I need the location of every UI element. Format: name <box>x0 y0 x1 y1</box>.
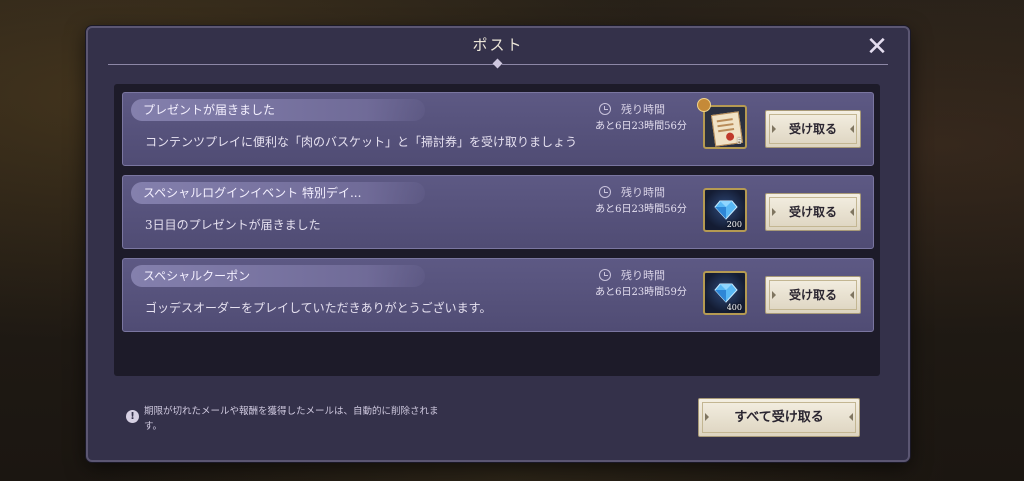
close-button[interactable]: ✕ <box>864 34 890 60</box>
modal-title: ポスト <box>472 36 524 54</box>
button-ornament-left <box>772 291 776 299</box>
reward-slot[interactable]: 400 <box>703 271 747 315</box>
mail-list[interactable]: プレゼントが届きました コンテンツプレイに便利な「肉のバスケット」と「掃討券」を… <box>114 84 880 376</box>
button-ornament-left <box>705 413 709 421</box>
mail-title: スペシャルクーポン <box>131 265 425 287</box>
claim-all-label: すべて受け取る <box>734 410 824 425</box>
divider-ornament <box>492 58 503 69</box>
remaining-time: あと6日23時間59分 <box>595 287 687 298</box>
clock-icon <box>599 103 611 115</box>
info-icon: ! <box>126 410 139 423</box>
button-ornament-right <box>850 208 854 216</box>
reward-count: 5 <box>736 137 742 146</box>
claim-button[interactable]: 受け取る <box>765 276 861 314</box>
clock-icon <box>599 186 611 198</box>
button-ornament-left <box>772 125 776 133</box>
claim-all-button[interactable]: すべて受け取る <box>698 398 860 437</box>
title-divider-left <box>108 64 494 65</box>
title-divider-right <box>502 64 888 65</box>
mail-item-present[interactable]: プレゼントが届きました コンテンツプレイに便利な「肉のバスケット」と「掃討券」を… <box>122 92 874 166</box>
remaining-label: 残り時間 <box>621 103 665 116</box>
mail-message: 3日目のプレゼントが届きました <box>145 218 321 232</box>
clock-icon <box>599 269 611 281</box>
gem-icon <box>714 200 738 220</box>
button-ornament-right <box>849 413 853 421</box>
claim-button[interactable]: 受け取る <box>765 193 861 231</box>
remaining-label: 残り時間 <box>621 269 665 282</box>
remaining-time: あと6日23時間56分 <box>595 204 687 215</box>
mail-item-coupon[interactable]: スペシャルクーポン ゴッデスオーダーをプレイしていただきありがとうございます。 … <box>122 258 874 332</box>
remaining-label: 残り時間 <box>621 186 665 199</box>
claim-button-label: 受け取る <box>788 205 837 219</box>
mail-title: スペシャルログインイベント 特別デイ... <box>131 182 425 204</box>
claim-button-label: 受け取る <box>788 288 837 302</box>
bonus-badge-icon <box>697 98 711 112</box>
gem-icon <box>714 283 738 303</box>
mail-modal: ポスト ✕ プレゼントが届きました コンテンツプレイに便利な「肉のバスケット」と… <box>86 26 910 462</box>
button-ornament-right <box>850 291 854 299</box>
close-icon: ✕ <box>866 32 888 62</box>
reward-slot[interactable]: 5 <box>697 98 747 149</box>
button-ornament-right <box>850 125 854 133</box>
mail-title: プレゼントが届きました <box>131 99 425 121</box>
reward-slot[interactable]: 200 <box>703 188 747 232</box>
reward-count: 200 <box>726 220 742 229</box>
mail-message: コンテンツプレイに便利な「肉のバスケット」と「掃討券」を受け取りましょう <box>145 135 578 149</box>
button-ornament-left <box>772 208 776 216</box>
reward-count: 400 <box>726 303 742 312</box>
claim-button[interactable]: 受け取る <box>765 110 861 148</box>
mail-message: ゴッデスオーダーをプレイしていただきありがとうございます。 <box>145 301 492 315</box>
mail-item-login-event[interactable]: スペシャルログインイベント 特別デイ... 3日目のプレゼントが届きました 残り… <box>122 175 874 249</box>
auto-delete-notice: 期限が切れたメールや報酬を獲得したメールは、自動的に削除されます。 <box>144 406 439 432</box>
remaining-time: あと6日23時間56分 <box>595 121 687 132</box>
claim-button-label: 受け取る <box>788 122 837 136</box>
